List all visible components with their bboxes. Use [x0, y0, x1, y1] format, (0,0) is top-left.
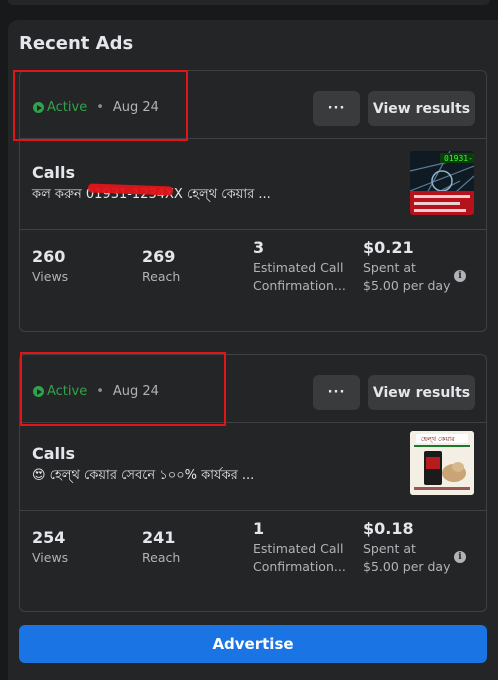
- stat-value: 260: [32, 247, 66, 266]
- ad-objective: Calls: [32, 444, 76, 463]
- stat-reach: 241 Reach: [142, 528, 180, 567]
- stat-value: 3: [253, 238, 265, 257]
- stat-value: 269: [142, 247, 176, 266]
- thumbnail-caption: হেল্থ কেয়ার: [421, 435, 455, 443]
- stat-value: $0.18: [363, 519, 414, 538]
- stat-value: 1: [253, 519, 265, 538]
- more-options-button[interactable]: ···: [313, 91, 360, 126]
- info-icon[interactable]: i: [454, 270, 466, 282]
- stat-value: 254: [32, 528, 66, 547]
- stat-call-confirmations: 3 Estimated Call Confirmation...: [253, 238, 353, 295]
- ad-thumbnail[interactable]: 01931-12: [410, 151, 474, 215]
- ad-thumbnail[interactable]: হেল্থ কেয়ার: [410, 431, 474, 495]
- ad-objective: Calls: [32, 163, 76, 182]
- stat-label: Estimated Call Confirmation...: [253, 260, 346, 293]
- stat-spent: $0.18 Spent at $5.00 per day: [363, 519, 453, 576]
- stat-label: Spent at $5.00 per day: [363, 260, 451, 293]
- stat-value: 241: [142, 528, 176, 547]
- advertise-button[interactable]: Advertise: [19, 625, 487, 663]
- previous-section-edge: [8, 0, 490, 5]
- divider: [20, 229, 486, 230]
- stat-label: Reach: [142, 550, 181, 565]
- divider: [20, 510, 486, 511]
- stat-views: 260 Views: [32, 247, 68, 286]
- stat-label: Spent at $5.00 per day: [363, 541, 451, 574]
- ad-thumbnail-image: হেল্থ কেয়ার: [410, 431, 474, 495]
- stat-views: 254 Views: [32, 528, 68, 567]
- stat-label: Views: [32, 550, 69, 565]
- ad-text: 😍 হেল্থ কেয়ার সেবনে ১০০% কার্যকর ...: [32, 468, 255, 483]
- ad-thumbnail-image: 01931-12: [410, 151, 474, 215]
- top-strip: [0, 0, 498, 12]
- stat-spent: $0.21 Spent at $5.00 per day: [363, 238, 453, 295]
- annotation-box: [20, 352, 226, 426]
- stat-label: Views: [32, 269, 69, 284]
- stat-label: Estimated Call Confirmation...: [253, 541, 346, 574]
- view-results-button[interactable]: View results: [368, 375, 475, 410]
- thumbnail-caption: 01931-12: [444, 154, 474, 163]
- stat-label: Reach: [142, 269, 181, 284]
- more-options-button[interactable]: ···: [313, 375, 360, 410]
- stat-value: $0.21: [363, 238, 414, 257]
- view-results-button[interactable]: View results: [368, 91, 475, 126]
- info-icon[interactable]: i: [454, 551, 466, 563]
- annotation-box: [13, 70, 188, 141]
- stat-reach: 269 Reach: [142, 247, 180, 286]
- stat-call-confirmations: 1 Estimated Call Confirmation...: [253, 519, 353, 576]
- section-title: Recent Ads: [19, 33, 134, 54]
